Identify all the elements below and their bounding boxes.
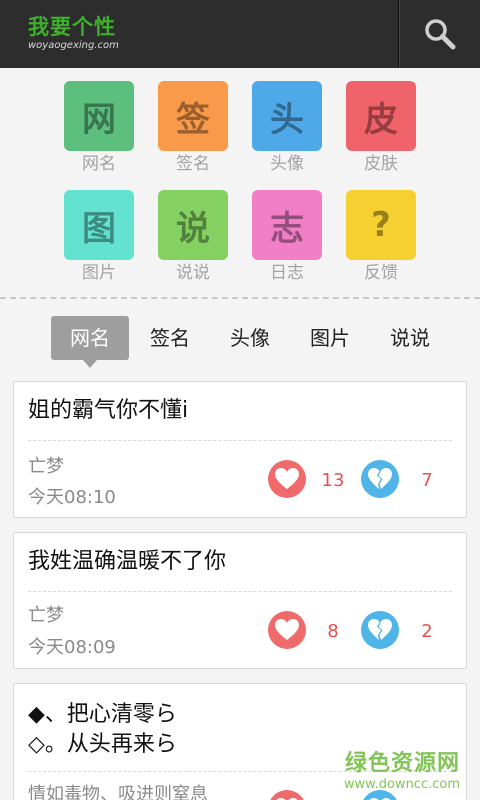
site-watermark: 绿色资源网 www.downcc.com bbox=[344, 745, 460, 792]
like-button[interactable] bbox=[268, 611, 306, 649]
logo-subtitle: woyaogexing.com bbox=[28, 40, 119, 51]
post-text: 我姓温确温暖不了你 bbox=[28, 549, 227, 574]
active-tab-caret bbox=[83, 360, 97, 368]
category-tile: 志 bbox=[252, 190, 322, 260]
category-feedback[interactable]: ? 反馈 bbox=[346, 190, 416, 284]
category-grid: 网 网名 签 签名 头 头像 皮 皮肤 图 图片 说 说说 志 日志 ? 反馈 bbox=[0, 68, 480, 298]
category-tile: 皮 bbox=[346, 81, 416, 151]
like-button[interactable] bbox=[268, 790, 306, 800]
category-label: 说说 bbox=[176, 263, 210, 283]
logo-title: 我要个性 bbox=[28, 15, 116, 39]
tab-label: 图片 bbox=[310, 326, 350, 350]
category-icon: 说 bbox=[176, 208, 210, 249]
category-tile: 头 bbox=[252, 81, 322, 151]
category-tile: 说 bbox=[158, 190, 228, 260]
category-signature[interactable]: 签 签名 bbox=[158, 81, 228, 175]
category-label: 皮肤 bbox=[364, 154, 398, 174]
tab-label: 说说 bbox=[390, 326, 430, 350]
card-divider bbox=[28, 591, 452, 592]
category-icon: 皮 bbox=[364, 99, 398, 140]
category-skin[interactable]: 皮 皮肤 bbox=[346, 81, 416, 175]
watermark-title: 绿色资源网 bbox=[344, 751, 460, 776]
tab-avatar[interactable]: 头像 bbox=[215, 316, 285, 360]
tab-nickname[interactable]: 网名 bbox=[51, 316, 129, 368]
like-button[interactable] bbox=[268, 460, 306, 498]
category-tile: 签 bbox=[158, 81, 228, 151]
category-icon: 头 bbox=[270, 99, 304, 140]
heart-icon bbox=[275, 468, 299, 489]
tab-status[interactable]: 说说 bbox=[375, 316, 445, 360]
post-author: 情如毒物、吸进则窒息 bbox=[28, 784, 208, 800]
category-label: 图片 bbox=[82, 263, 116, 283]
category-label: 头像 bbox=[270, 154, 304, 174]
category-label: 网名 bbox=[82, 154, 116, 174]
category-label: 日志 bbox=[270, 263, 304, 283]
search-icon bbox=[425, 19, 456, 50]
question-mark-icon: ? bbox=[371, 205, 391, 245]
card-divider bbox=[28, 440, 452, 441]
like-count: 8 bbox=[327, 621, 339, 642]
category-avatar[interactable]: 头 头像 bbox=[252, 81, 322, 175]
post-author: 亡梦 bbox=[28, 605, 64, 626]
app-header: 我要个性 woyaogexing.com bbox=[0, 0, 480, 68]
post-text: 姐的霸气你不懂i bbox=[28, 398, 189, 423]
like-count: 13 bbox=[321, 470, 345, 491]
dislike-button[interactable] bbox=[361, 611, 399, 649]
tab-label: 网名 bbox=[70, 326, 110, 350]
category-icon: 图 bbox=[82, 208, 116, 249]
tab-signature[interactable]: 签名 bbox=[135, 316, 205, 360]
category-label: 反馈 bbox=[364, 263, 398, 283]
post-card[interactable]: 姐的霸气你不懂i 亡梦 今天08:10 13 7 bbox=[13, 381, 467, 518]
category-icon: 签 bbox=[176, 99, 210, 140]
tab-picture[interactable]: 图片 bbox=[295, 316, 365, 360]
dislike-button[interactable] bbox=[361, 460, 399, 498]
heart-icon bbox=[275, 619, 299, 640]
post-card[interactable]: 我姓温确温暖不了你 亡梦 今天08:09 8 2 bbox=[13, 532, 467, 669]
post-author: 亡梦 bbox=[28, 456, 64, 477]
watermark-url: www.downcc.com bbox=[343, 777, 460, 792]
category-icon: 网 bbox=[82, 99, 116, 140]
tab-label: 签名 bbox=[150, 326, 190, 350]
post-time: 今天08:10 bbox=[28, 487, 116, 508]
post-text: ◆、把心清零ら ◇。从头再来ら bbox=[28, 702, 177, 757]
category-diary[interactable]: 志 日志 bbox=[252, 190, 322, 284]
post-time: 今天08:09 bbox=[28, 637, 116, 658]
app-logo: 我要个性 woyaogexing.com bbox=[28, 16, 119, 51]
category-label: 签名 bbox=[176, 154, 210, 174]
tab-bar: 网名 签名 头像 图片 说说 bbox=[0, 310, 480, 370]
category-icon: 志 bbox=[270, 208, 304, 249]
category-tile: 图 bbox=[64, 190, 134, 260]
broken-heart-icon bbox=[368, 468, 392, 489]
category-status[interactable]: 说 说说 bbox=[158, 190, 228, 284]
dislike-count: 7 bbox=[421, 470, 433, 491]
category-tile: 网 bbox=[64, 81, 134, 151]
category-nickname[interactable]: 网 网名 bbox=[64, 81, 134, 175]
broken-heart-icon bbox=[368, 619, 392, 640]
tab-label: 头像 bbox=[230, 326, 270, 350]
search-button[interactable] bbox=[400, 0, 480, 68]
dislike-count: 2 bbox=[421, 621, 433, 642]
category-tile: ? bbox=[346, 190, 416, 260]
category-picture[interactable]: 图 图片 bbox=[64, 190, 134, 284]
section-divider bbox=[0, 297, 480, 299]
